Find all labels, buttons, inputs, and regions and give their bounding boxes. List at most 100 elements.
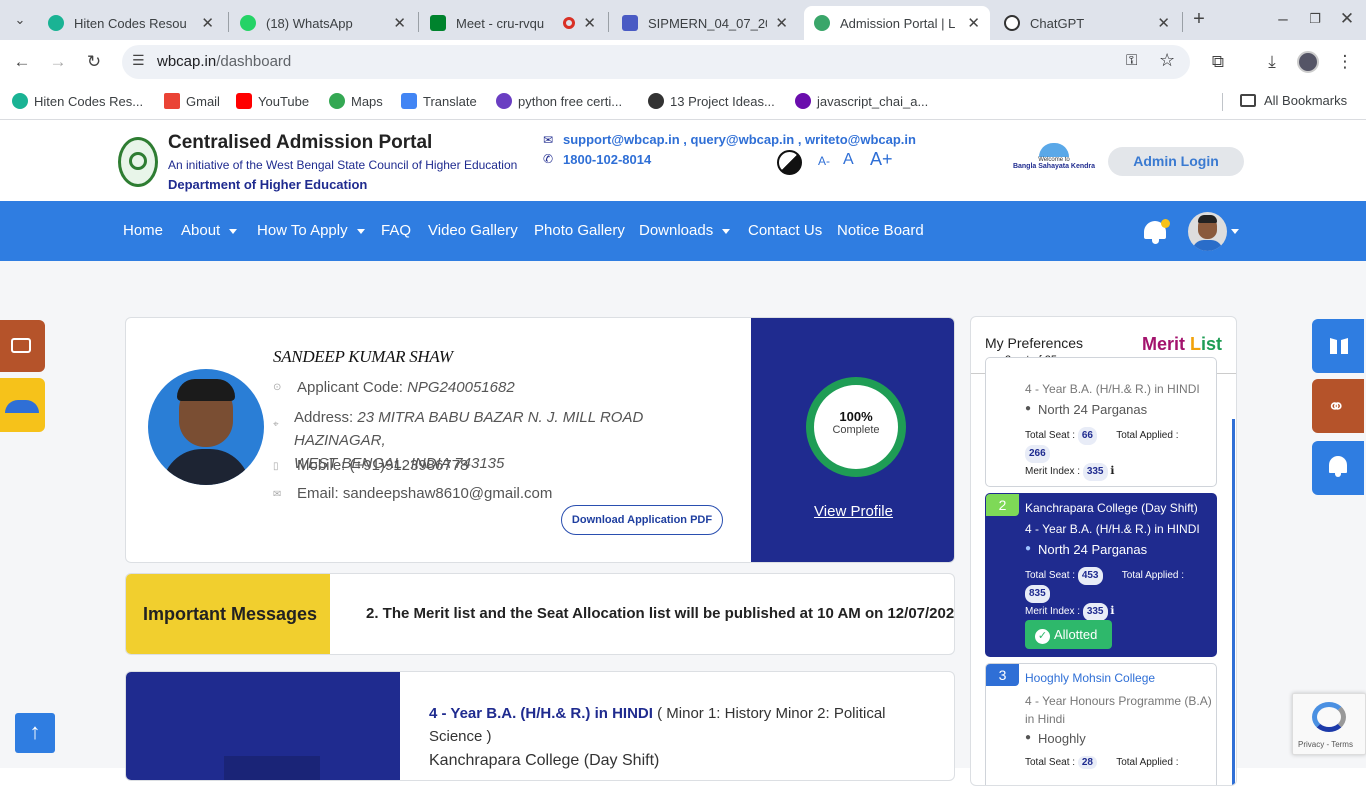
mobile-phone-icon: ▯: [273, 461, 279, 472]
dashboard-grid-button[interactable]: [1312, 319, 1364, 373]
bookmark-star-icon[interactable]: ☆: [1159, 50, 1175, 71]
bookmark-item[interactable]: Maps: [329, 93, 383, 109]
notification-bell-icon[interactable]: [1144, 217, 1170, 244]
close-tab-icon[interactable]: ✕: [583, 14, 596, 32]
close-window-icon[interactable]: ✕: [1335, 7, 1359, 31]
bangla-sahayata-kendra-logo[interactable]: Welcome to Bangla Sahayata Kendra: [1010, 143, 1098, 179]
docs-icon: [622, 15, 638, 31]
font-increase-button[interactable]: A+: [870, 149, 893, 170]
caret-down-icon: [229, 228, 238, 234]
email-row: Email: sandeepshaw8610@gmail.com: [297, 485, 553, 502]
nav-faq[interactable]: FAQ: [381, 222, 411, 239]
url-text[interactable]: wbcap.in/dashboard: [157, 53, 291, 70]
merit-list-link[interactable]: Merit List: [1142, 334, 1222, 355]
nav-about[interactable]: About: [181, 222, 238, 239]
close-tab-icon[interactable]: ✕: [775, 14, 788, 32]
profile-avatar-icon[interactable]: [1297, 51, 1319, 73]
feedback-chat-button[interactable]: [0, 320, 45, 372]
pref-course: 4 - Year B.A. (H/H.& R.) in HINDI: [1025, 382, 1200, 396]
youtube-icon: [236, 93, 252, 109]
bsk-floating-button[interactable]: [0, 378, 45, 432]
view-profile-link[interactable]: View Profile: [751, 503, 954, 520]
grid-icon: [1330, 338, 1348, 354]
info-icon[interactable]: ℹ: [1110, 465, 1114, 477]
font-decrease-button[interactable]: A-: [818, 154, 830, 168]
tab-favicon-icon: [48, 15, 64, 31]
close-tab-icon[interactable]: ✕: [201, 14, 214, 32]
recaptcha-icon: [1312, 702, 1346, 732]
user-menu-caret-icon[interactable]: [1231, 229, 1239, 234]
close-tab-icon[interactable]: ✕: [967, 14, 980, 32]
bookmark-favicon-icon: [795, 93, 811, 109]
bookmark-item[interactable]: YouTube: [236, 93, 309, 109]
tab-5[interactable]: ChatGPT ✕: [994, 6, 1180, 40]
preferences-title: My Preferences: [985, 335, 1084, 351]
download-icon[interactable]: ⤓: [1260, 50, 1284, 74]
minimize-icon[interactable]: –: [1271, 7, 1295, 31]
recaptcha-privacy-terms[interactable]: Privacy - Terms: [1298, 740, 1353, 749]
tab-2[interactable]: Meet - cru-rvqu ✕: [420, 6, 606, 40]
address-bar[interactable]: ☰ wbcap.in/dashboard ⚿ ☆: [122, 45, 1190, 79]
bookmark-item[interactable]: Translate: [401, 93, 477, 109]
contact-emails[interactable]: support@wbcap.in , query@wbcap.in , writ…: [563, 132, 916, 147]
bookmark-item[interactable]: Hiten Codes Res...: [12, 93, 143, 109]
id-circle-icon: ⊙: [273, 382, 282, 393]
nav-photo-gallery[interactable]: Photo Gallery: [534, 222, 625, 239]
mobile-row: Mobile: (+91)9123986778: [297, 457, 469, 474]
site-header: Centralised Admission Portal An initiati…: [0, 121, 1366, 201]
password-key-icon[interactable]: ⚿: [1126, 52, 1137, 69]
close-tab-icon[interactable]: ✕: [393, 14, 406, 32]
admin-login-button[interactable]: Admin Login: [1108, 147, 1244, 176]
preference-card-2[interactable]: 2 Kanchrapara College (Day Shift) 4 - Ye…: [985, 493, 1217, 657]
bookmark-item[interactable]: python free certi...: [496, 93, 622, 109]
nav-how-to-apply[interactable]: How To Apply: [257, 222, 365, 239]
profile-card: SANDEEP KUMAR SHAW ⊙ Applicant Code: NPG…: [125, 317, 955, 563]
nav-notice-board[interactable]: Notice Board: [837, 222, 924, 239]
links-button[interactable]: ⚭: [1312, 379, 1364, 433]
nav-downloads[interactable]: Downloads: [639, 222, 731, 239]
nav-contact-us[interactable]: Contact Us: [748, 222, 822, 239]
extensions-icon[interactable]: ⧉: [1206, 50, 1230, 74]
bookmark-item[interactable]: javascript_chai_a...: [795, 93, 928, 109]
preferences-scrollbar[interactable]: [1232, 419, 1235, 785]
tab-search-chevron-icon[interactable]: ⌄: [8, 8, 32, 32]
tab-0[interactable]: Hiten Codes Resou ✕: [38, 6, 224, 40]
recaptcha-badge[interactable]: Privacy - Terms: [1292, 693, 1366, 755]
pref-college: Kanchrapara College (Day Shift): [1025, 501, 1198, 515]
back-to-top-button[interactable]: ↑: [15, 713, 55, 753]
location-pin-icon: ●: [1025, 403, 1032, 414]
bookmark-item[interactable]: Gmail: [164, 93, 220, 109]
site-settings-icon[interactable]: ☰: [132, 52, 145, 69]
pref-number-badge: 3: [986, 664, 1019, 686]
caret-down-icon: [356, 228, 365, 234]
tab-title: (18) WhatsApp: [266, 15, 353, 31]
forward-arrow-icon[interactable]: →: [46, 50, 70, 74]
preference-card-1[interactable]: 4 - Year B.A. (H/H.& R.) in HINDI ● Nort…: [985, 357, 1217, 487]
restore-icon[interactable]: ❐: [1303, 7, 1327, 31]
tab-1[interactable]: (18) WhatsApp ✕: [230, 6, 416, 40]
tab-3[interactable]: SIPMERN_04_07_20 ✕: [612, 6, 798, 40]
contrast-toggle-icon[interactable]: [777, 150, 802, 175]
font-normal-button[interactable]: A: [843, 151, 854, 169]
translate-icon: [401, 93, 417, 109]
tab-4-active[interactable]: Admission Portal | L ✕: [804, 6, 990, 40]
tab-title: ChatGPT: [1030, 15, 1085, 31]
all-bookmarks-button[interactable]: All Bookmarks: [1240, 93, 1347, 108]
user-avatar[interactable]: [1188, 212, 1227, 251]
close-tab-icon[interactable]: ✕: [1157, 14, 1170, 32]
download-application-pdf-button[interactable]: Download Application PDF: [561, 505, 723, 535]
contact-phone[interactable]: 1800-102-8014: [563, 152, 651, 167]
alerts-bell-button[interactable]: [1312, 441, 1364, 495]
bookmark-favicon-icon: [496, 93, 512, 109]
pref-college: Hooghly Mohsin College: [1025, 671, 1156, 685]
bookmark-item[interactable]: 13 Project Ideas...: [648, 93, 775, 109]
nav-video-gallery[interactable]: Video Gallery: [428, 222, 518, 239]
tab-title: SIPMERN_04_07_20: [648, 15, 768, 31]
info-icon[interactable]: ℹ: [1110, 605, 1114, 617]
new-tab-plus-icon[interactable]: +: [1187, 7, 1211, 31]
location-pin-icon: ●: [1025, 732, 1032, 743]
reload-icon[interactable]: ↻: [82, 50, 106, 74]
menu-kebab-icon[interactable]: ⋮: [1333, 50, 1357, 74]
back-arrow-icon[interactable]: ←: [10, 50, 34, 74]
nav-home[interactable]: Home: [123, 222, 163, 239]
